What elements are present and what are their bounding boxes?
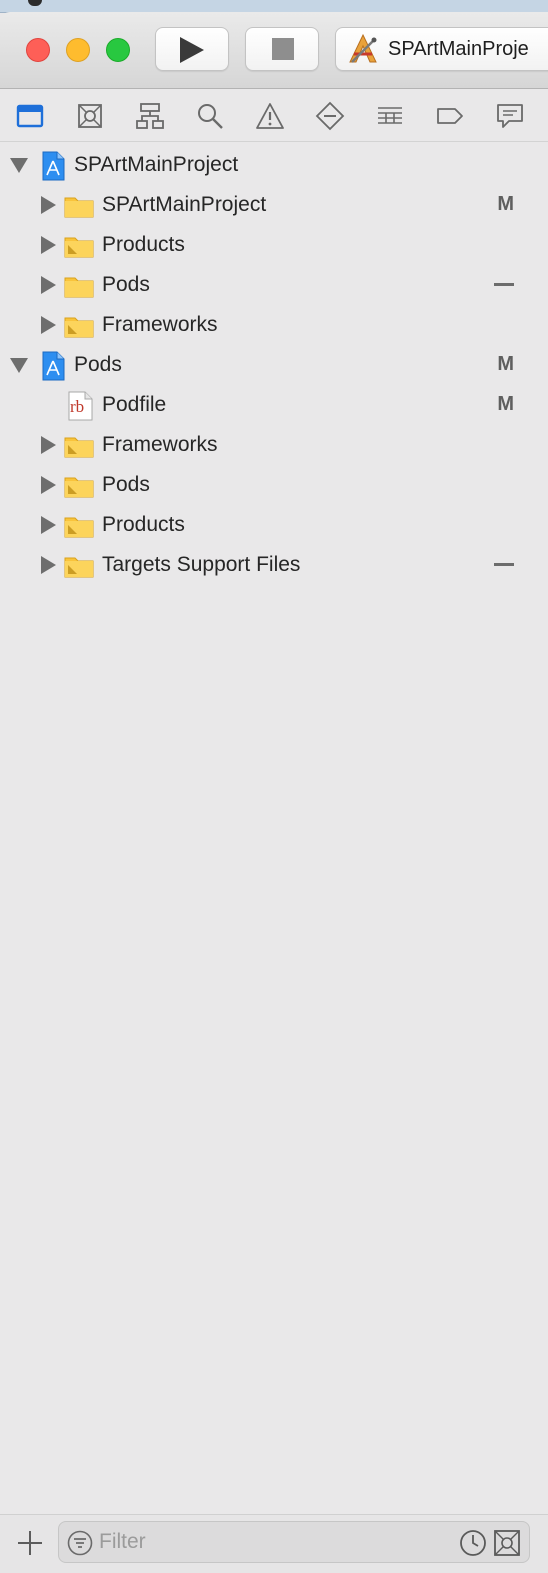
symbol-hierarchy-icon[interactable]	[133, 99, 167, 133]
disclosure-expanded-icon[interactable]	[10, 358, 28, 373]
tree-row-products-group[interactable]: Products	[0, 225, 548, 265]
tree-row-podfile[interactable]: rb Podfile M	[0, 385, 548, 425]
stop-icon	[272, 38, 294, 60]
close-window-button[interactable]	[26, 38, 50, 62]
disclosure-collapsed-icon[interactable]	[41, 436, 56, 454]
tree-row-label: Targets Support Files	[102, 553, 301, 576]
group-folder-icon	[64, 237, 94, 258]
disclosure-collapsed-icon[interactable]	[41, 236, 56, 254]
tree-row-label: Frameworks	[102, 433, 218, 456]
warning-icon[interactable]	[253, 99, 287, 133]
tree-row-pods-project[interactable]: Pods M	[0, 345, 548, 385]
source-control-icon[interactable]	[73, 99, 107, 133]
file-type-badge: rb	[70, 397, 85, 416]
plus-icon[interactable]	[16, 1529, 44, 1557]
report-icon[interactable]	[493, 99, 527, 133]
stop-button[interactable]	[245, 27, 319, 71]
disclosure-collapsed-icon[interactable]	[41, 516, 56, 534]
disclosure-collapsed-icon[interactable]	[41, 476, 56, 494]
filter-input[interactable]	[99, 1528, 429, 1556]
tree-row-spartmainproject-folder[interactable]: SPArtMainProject M	[0, 185, 548, 225]
tree-row-label: Pods	[102, 473, 150, 496]
tree-row-label: SPArtMainProject	[74, 153, 239, 176]
xcode-app-icon	[349, 33, 377, 63]
group-folder-icon	[64, 317, 94, 338]
group-folder-icon	[64, 437, 94, 458]
breakpoint-icon[interactable]	[433, 99, 467, 133]
scheme-label: SPArtMainProje	[388, 38, 529, 60]
xcode-project-icon	[42, 151, 65, 181]
tree-row-frameworks-group[interactable]: Frameworks	[0, 305, 548, 345]
run-button[interactable]	[155, 27, 229, 71]
tree-row-label: Products	[102, 233, 185, 256]
disclosure-expanded-icon[interactable]	[10, 158, 28, 173]
minimize-window-button[interactable]	[66, 38, 90, 62]
filter-icon[interactable]	[67, 1530, 93, 1556]
folder-navigator-icon[interactable]	[13, 99, 47, 133]
tree-row-label: Podfile	[102, 393, 167, 416]
navigator-selector-bar	[0, 89, 548, 142]
tree-row-label: Pods	[74, 353, 122, 376]
folder-icon	[64, 197, 94, 218]
scope-icon[interactable]	[493, 1529, 521, 1557]
status-badge: M	[497, 193, 514, 215]
tree-row-spartmainproject-project[interactable]: SPArtMainProject	[0, 145, 548, 185]
disclosure-collapsed-icon[interactable]	[41, 196, 56, 214]
play-icon	[180, 37, 204, 63]
window-toolbar: SPArtMainProje	[0, 12, 548, 89]
tree-row-label: Products	[102, 513, 185, 536]
test-diamond-icon[interactable]	[313, 99, 347, 133]
folder-icon	[64, 277, 94, 298]
tree-row-label: Pods	[102, 273, 150, 296]
tree-row-frameworks-group[interactable]: Frameworks	[0, 425, 548, 465]
navigator-filter-bar	[0, 1514, 548, 1573]
clock-icon[interactable]	[459, 1529, 487, 1557]
status-badge: —	[494, 283, 514, 286]
scheme-selector[interactable]: SPArtMainProje	[335, 27, 548, 71]
search-icon[interactable]	[193, 99, 227, 133]
disclosure-collapsed-icon[interactable]	[41, 316, 56, 334]
status-badge: M	[497, 353, 514, 375]
tree-row-targets-support-files-group[interactable]: Targets Support Files —	[0, 545, 548, 585]
tree-row-pods-folder[interactable]: Pods —	[0, 265, 548, 305]
filter-field[interactable]	[58, 1521, 530, 1563]
apple-menu-icon[interactable]	[28, 0, 42, 6]
tree-row-label: SPArtMainProject	[102, 193, 267, 216]
tree-row-pods-group[interactable]: Pods	[0, 465, 548, 505]
tree-row-label: Frameworks	[102, 313, 218, 336]
status-badge: M	[497, 393, 514, 415]
xcode-project-icon	[42, 351, 65, 381]
disclosure-collapsed-icon[interactable]	[41, 276, 56, 294]
group-folder-icon	[64, 517, 94, 538]
status-badge: —	[494, 563, 514, 566]
zoom-window-button[interactable]	[106, 38, 130, 62]
disclosure-collapsed-icon[interactable]	[41, 556, 56, 574]
debug-list-icon[interactable]	[373, 99, 407, 133]
group-folder-icon	[64, 477, 94, 498]
group-folder-icon	[64, 557, 94, 578]
tree-row-products-group[interactable]: Products	[0, 505, 548, 545]
